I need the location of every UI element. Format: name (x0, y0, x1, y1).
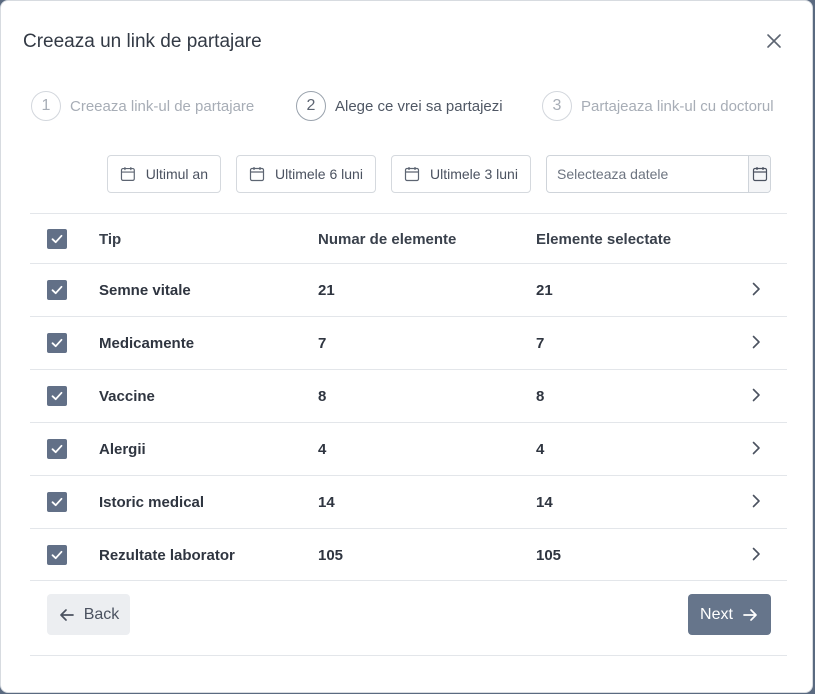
date-range-picker (546, 155, 771, 193)
step-label: Partajeaza link-ul cu doctorul (581, 97, 774, 115)
row-selected: 21 (536, 282, 553, 299)
step-number: 2 (296, 91, 326, 121)
step-1: 1 Creeaza link-ul de partajare (31, 90, 254, 122)
row-checkbox[interactable] (47, 386, 67, 406)
last-6-months-button[interactable]: Ultimele 6 luni (236, 155, 376, 193)
chevron-right-icon[interactable] (747, 545, 765, 563)
row-checkbox[interactable] (47, 545, 67, 565)
table-header: Tip Numar de elemente Elemente selectate (30, 213, 787, 263)
calendar-icon (249, 167, 265, 182)
date-picker-button[interactable] (748, 156, 770, 192)
table-row[interactable]: Medicamente 7 7 (30, 316, 787, 369)
step-label: Creeaza link-ul de partajare (70, 97, 255, 115)
back-button[interactable]: Back (47, 594, 130, 635)
date-range-input[interactable] (547, 156, 748, 192)
row-type: Alergii (99, 441, 146, 458)
chevron-right-icon[interactable] (747, 492, 765, 510)
check-icon (51, 338, 63, 348)
row-selected: 105 (536, 547, 562, 564)
data-type-table: Tip Numar de elemente Elemente selectate… (30, 213, 787, 581)
footer-divider (30, 655, 787, 656)
check-icon (51, 497, 63, 507)
column-header-selected: Elemente selectate (536, 231, 672, 248)
check-icon (51, 550, 63, 560)
table-row[interactable]: Istoric medical 14 14 (30, 475, 787, 528)
row-checkbox[interactable] (47, 280, 67, 300)
row-count: 105 (318, 547, 344, 564)
row-count: 4 (318, 441, 327, 458)
share-link-dialog: Creeaza un link de partajare 1 Creeaza l… (0, 0, 813, 693)
row-count: 8 (318, 388, 327, 405)
calendar-icon (404, 167, 420, 182)
last-3-months-button[interactable]: Ultimele 3 luni (391, 155, 531, 193)
button-label: Ultimele 3 luni (430, 166, 518, 182)
dialog-title: Creeaza un link de partajare (23, 31, 262, 52)
step-2: 2 Alege ce vrei sa partajezi (296, 90, 503, 122)
arrow-right-icon (743, 608, 757, 621)
chevron-right-icon[interactable] (747, 386, 765, 404)
next-button[interactable]: Next (688, 594, 771, 635)
calendar-icon (752, 167, 767, 182)
back-label: Back (83, 605, 120, 623)
row-selected: 4 (536, 441, 545, 458)
chevron-right-icon[interactable] (747, 333, 765, 351)
row-count: 21 (318, 282, 335, 299)
button-label: Ultimele 6 luni (275, 166, 363, 182)
check-icon (51, 444, 63, 454)
row-selected: 8 (536, 388, 545, 405)
row-checkbox[interactable] (47, 333, 67, 353)
calendar-icon (120, 167, 135, 181)
close-icon[interactable] (763, 30, 785, 52)
chevron-right-icon[interactable] (747, 439, 765, 457)
step-number: 1 (31, 91, 61, 121)
step-number: 3 (542, 91, 572, 121)
stepper: 1 Creeaza link-ul de partajare 2 Alege c… (31, 90, 791, 124)
row-type: Rezultate laborator (99, 547, 235, 564)
row-type: Istoric medical (99, 494, 205, 511)
row-count: 7 (318, 335, 327, 352)
table-row[interactable]: Rezultate laborator 105 105 (30, 528, 787, 581)
row-type: Medicamente (99, 335, 195, 352)
row-type: Semne vitale (99, 282, 191, 299)
check-icon (51, 234, 63, 244)
check-icon (51, 285, 63, 295)
step-3: 3 Partajeaza link-ul cu doctorul (542, 90, 774, 122)
column-header-count: Numar de elemente (318, 231, 457, 248)
last-year-button[interactable]: Ultimul an (107, 155, 221, 193)
check-icon (51, 391, 63, 401)
column-header-type: Tip (99, 231, 122, 248)
table-row[interactable]: Alergii 4 4 (30, 422, 787, 475)
row-selected: 14 (536, 494, 553, 511)
button-label: Ultimul an (145, 166, 208, 182)
row-checkbox[interactable] (47, 492, 67, 512)
next-label: Next (700, 605, 733, 623)
row-checkbox[interactable] (47, 439, 67, 459)
row-count: 14 (318, 494, 335, 511)
select-all-checkbox[interactable] (47, 229, 67, 249)
table-row[interactable]: Semne vitale 21 21 (30, 263, 787, 316)
arrow-left-icon (59, 608, 74, 621)
step-label: Alege ce vrei sa partajezi (335, 97, 503, 115)
table-row[interactable]: Vaccine 8 8 (30, 369, 787, 422)
row-type: Vaccine (99, 388, 155, 405)
chevron-right-icon[interactable] (747, 280, 765, 298)
row-selected: 7 (536, 335, 545, 352)
